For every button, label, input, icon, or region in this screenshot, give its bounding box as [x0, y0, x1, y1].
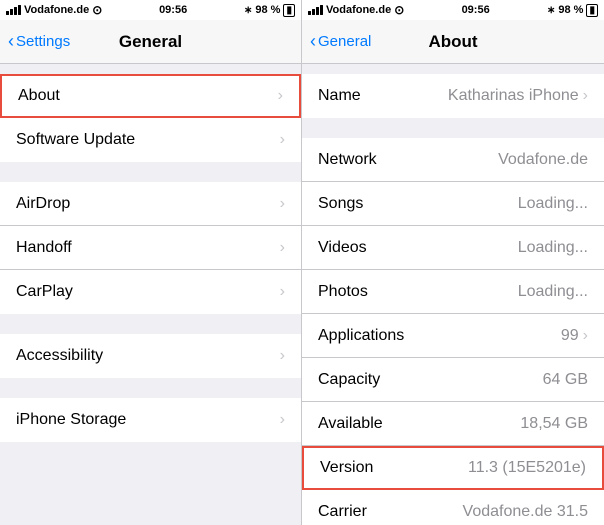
carplay-chevron-icon: ›	[280, 283, 285, 301]
version-value: 11.3 (15E5201e)	[468, 459, 586, 477]
left-section-3: Accessibility ›	[0, 334, 301, 378]
carrier-value: Vodafone.de 31.5	[463, 503, 588, 521]
videos-item: Videos Loading...	[302, 226, 604, 270]
about-label: About	[18, 87, 60, 105]
available-label: Available	[318, 415, 383, 433]
right-wifi-icon: ⊙	[394, 3, 404, 17]
version-item: Version 11.3 (15E5201e)	[302, 446, 604, 490]
carrier-item: Carrier Vodafone.de 31.5	[302, 490, 604, 525]
left-status-right: ∗ 98 % ▮	[244, 4, 295, 17]
network-label: Network	[318, 151, 377, 169]
name-chevron-icon: ›	[583, 87, 588, 105]
separator-1	[0, 162, 301, 172]
left-carrier: Vodafone.de	[24, 4, 89, 16]
handoff-item[interactable]: Handoff ›	[0, 226, 301, 270]
songs-item: Songs Loading...	[302, 182, 604, 226]
accessibility-item[interactable]: Accessibility ›	[0, 334, 301, 378]
right-back-label: General	[318, 33, 371, 50]
carplay-label: CarPlay	[16, 283, 73, 301]
photos-item: Photos Loading...	[302, 270, 604, 314]
handoff-chevron-icon: ›	[280, 239, 285, 257]
name-value: Katharinas iPhone ›	[448, 87, 588, 105]
network-item: Network Vodafone.de	[302, 138, 604, 182]
about-items-list: Network Vodafone.de Songs Loading... Vid…	[302, 138, 604, 525]
name-label: Name	[318, 87, 361, 105]
right-nav-bar: ‹ General About	[302, 20, 604, 64]
iphone-storage-chevron-icon: ›	[280, 411, 285, 429]
right-back-chevron-icon: ‹	[310, 31, 316, 52]
left-battery-pct: 98 %	[255, 4, 280, 16]
right-bluetooth-icon: ∗	[547, 5, 555, 16]
right-carrier: Vodafone.de	[326, 4, 391, 16]
right-panel: Vodafone.de ⊙ 09:56 ∗ 98 % ▮ ‹ General A…	[302, 0, 604, 525]
applications-label: Applications	[318, 327, 404, 345]
available-item: Available 18,54 GB	[302, 402, 604, 446]
handoff-label: Handoff	[16, 239, 72, 257]
right-nav-title: About	[428, 32, 477, 52]
capacity-item: Capacity 64 GB	[302, 358, 604, 402]
about-name-section: Name Katharinas iPhone ›	[302, 74, 604, 118]
left-back-button[interactable]: ‹ Settings	[8, 31, 70, 52]
applications-item[interactable]: Applications 99 ›	[302, 314, 604, 358]
iphone-storage-label: iPhone Storage	[16, 411, 126, 429]
version-label: Version	[320, 459, 373, 477]
right-time: 09:56	[462, 4, 490, 16]
wifi-icon: ⊙	[92, 3, 102, 17]
right-status-bar: Vodafone.de ⊙ 09:56 ∗ 98 % ▮	[302, 0, 604, 20]
left-status-bar: Vodafone.de ⊙ 09:56 ∗ 98 % ▮	[0, 0, 301, 20]
left-section-1: About › Software Update ›	[0, 74, 301, 162]
separator-3	[0, 378, 301, 388]
airdrop-item[interactable]: AirDrop ›	[0, 182, 301, 226]
software-update-chevron-icon: ›	[280, 131, 285, 149]
separator-2	[0, 314, 301, 324]
capacity-label: Capacity	[318, 371, 380, 389]
right-separator-1	[302, 118, 604, 128]
right-signal-icon	[308, 5, 323, 15]
left-back-chevron-icon: ‹	[8, 31, 14, 52]
left-section-2: AirDrop › Handoff › CarPlay ›	[0, 182, 301, 314]
songs-label: Songs	[318, 195, 363, 213]
left-nav-title: General	[119, 32, 182, 52]
videos-label: Videos	[318, 239, 367, 257]
videos-value: Loading...	[518, 239, 588, 257]
right-status-left: Vodafone.de ⊙	[308, 3, 404, 17]
name-item[interactable]: Name Katharinas iPhone ›	[302, 74, 604, 118]
left-time: 09:56	[159, 4, 187, 16]
left-back-label: Settings	[16, 33, 70, 50]
airdrop-label: AirDrop	[16, 195, 70, 213]
right-battery-icon: ▮	[586, 4, 598, 17]
left-status-left: Vodafone.de ⊙	[6, 3, 102, 17]
right-battery-pct: 98 %	[558, 4, 583, 16]
about-chevron-icon: ›	[278, 87, 283, 105]
software-update-label: Software Update	[16, 131, 135, 149]
left-section-4: iPhone Storage ›	[0, 398, 301, 442]
right-status-right: ∗ 98 % ▮	[547, 4, 598, 17]
iphone-storage-item[interactable]: iPhone Storage ›	[0, 398, 301, 442]
airdrop-chevron-icon: ›	[280, 195, 285, 213]
songs-value: Loading...	[518, 195, 588, 213]
signal-icon	[6, 5, 21, 15]
accessibility-chevron-icon: ›	[280, 347, 285, 365]
applications-value: 99 ›	[561, 327, 588, 345]
carplay-item[interactable]: CarPlay ›	[0, 270, 301, 314]
bluetooth-icon: ∗	[244, 5, 252, 16]
capacity-value: 64 GB	[543, 371, 588, 389]
accessibility-label: Accessibility	[16, 347, 103, 365]
photos-label: Photos	[318, 283, 368, 301]
battery-icon: ▮	[283, 4, 295, 17]
left-nav-bar: ‹ Settings General	[0, 20, 301, 64]
available-value: 18,54 GB	[520, 415, 588, 433]
about-menu-item[interactable]: About ›	[0, 74, 301, 118]
applications-chevron-icon: ›	[583, 327, 588, 345]
network-value: Vodafone.de	[498, 151, 588, 169]
photos-value: Loading...	[518, 283, 588, 301]
right-back-button[interactable]: ‹ General	[310, 31, 371, 52]
software-update-item[interactable]: Software Update ›	[0, 118, 301, 162]
left-panel: Vodafone.de ⊙ 09:56 ∗ 98 % ▮ ‹ Settings …	[0, 0, 302, 525]
carrier-label: Carrier	[318, 503, 367, 521]
